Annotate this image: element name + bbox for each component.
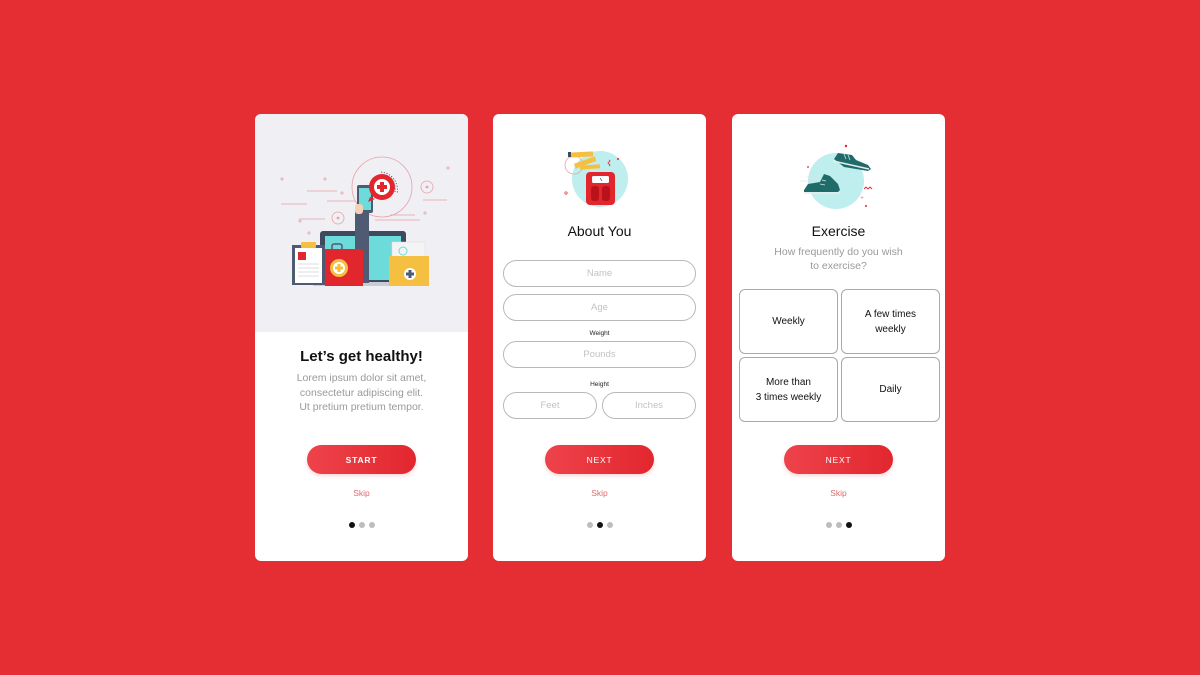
page-dot-active[interactable] bbox=[845, 522, 852, 528]
option-label: Daily bbox=[879, 384, 902, 395]
skip-link[interactable]: Skip bbox=[493, 488, 706, 498]
page-dot[interactable] bbox=[835, 522, 842, 528]
sneakers-icon bbox=[800, 144, 873, 209]
about-you-title: About You bbox=[567, 223, 632, 239]
page-dot[interactable] bbox=[825, 522, 832, 528]
feet-input[interactable] bbox=[503, 392, 597, 419]
height-label: Height bbox=[590, 381, 609, 388]
page-dot[interactable] bbox=[586, 522, 593, 528]
option-more-than-3-times-weekly[interactable]: More than 3 times weekly bbox=[739, 357, 838, 422]
option-label: A few times bbox=[864, 308, 917, 320]
scale-and-tape-measure-icon bbox=[564, 151, 628, 207]
exercise-question: How frequently do you wish to exercise? bbox=[752, 245, 925, 273]
welcome-description: Lorem ipsum dolor sit amet, consectetur … bbox=[275, 371, 448, 415]
exercise-title: Exercise bbox=[811, 223, 866, 239]
start-button[interactable]: START bbox=[307, 445, 416, 474]
health-devices-illustration bbox=[280, 156, 450, 286]
about-you-screen: About You Weight Height NEXT Skip bbox=[493, 114, 706, 561]
page-indicator bbox=[732, 522, 945, 530]
option-label: More than bbox=[765, 376, 811, 388]
exercise-screen: Exercise How frequently do you wish to e… bbox=[732, 114, 945, 561]
description-line: Lorem ipsum dolor sit amet, bbox=[296, 372, 427, 384]
option-label: weekly bbox=[875, 323, 906, 335]
welcome-title: Let’s get healthy! bbox=[300, 348, 423, 365]
hero-illustration-area bbox=[255, 114, 468, 332]
page-dot[interactable] bbox=[358, 522, 365, 528]
page-indicator bbox=[493, 522, 706, 530]
description-line: Ut pretium pretium tempor. bbox=[299, 401, 424, 413]
scale-illustration bbox=[558, 144, 638, 214]
description-line: consectetur adipiscing elit. bbox=[299, 386, 424, 399]
next-button[interactable]: NEXT bbox=[545, 445, 654, 474]
option-few-times-weekly[interactable]: A few times weekly bbox=[841, 289, 940, 354]
next-button[interactable]: NEXT bbox=[784, 445, 893, 474]
question-line: to exercise? bbox=[810, 260, 867, 272]
page-dot[interactable] bbox=[368, 522, 375, 528]
page-dot[interactable] bbox=[606, 522, 613, 528]
option-daily[interactable]: Daily bbox=[841, 357, 940, 422]
page-dot-active[interactable] bbox=[596, 522, 603, 528]
skip-link[interactable]: Skip bbox=[255, 488, 468, 498]
inches-input[interactable] bbox=[602, 392, 696, 419]
name-input[interactable] bbox=[503, 260, 696, 287]
page-indicator bbox=[255, 522, 468, 530]
sneakers-illustration bbox=[800, 144, 880, 214]
option-weekly[interactable]: Weekly bbox=[739, 289, 838, 354]
weight-label: Weight bbox=[589, 330, 610, 337]
welcome-screen: Let’s get healthy! Lorem ipsum dolor sit… bbox=[255, 114, 468, 561]
option-label: Weekly bbox=[772, 316, 805, 327]
page-dot-active[interactable] bbox=[348, 522, 355, 528]
age-input[interactable] bbox=[503, 294, 696, 321]
skip-link[interactable]: Skip bbox=[732, 488, 945, 498]
option-label: 3 times weekly bbox=[755, 391, 822, 403]
pounds-input[interactable] bbox=[503, 341, 696, 368]
question-line: How frequently do you wish bbox=[774, 246, 903, 258]
